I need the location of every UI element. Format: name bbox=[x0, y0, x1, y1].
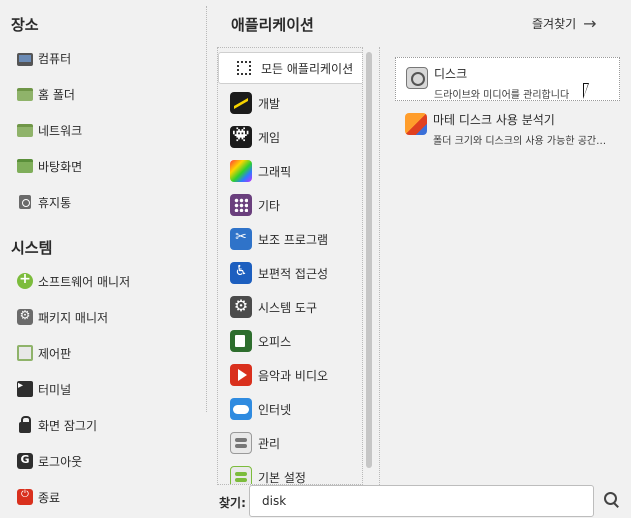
logout-icon bbox=[17, 453, 33, 469]
games-icon bbox=[230, 126, 252, 148]
lock-icon bbox=[19, 416, 31, 433]
home-folder-icon bbox=[17, 87, 33, 101]
search-label: 찾기: bbox=[219, 496, 246, 510]
system-item-logout[interactable]: 로그아웃 bbox=[17, 451, 82, 471]
favorites-button[interactable]: 즐겨찾기 → bbox=[532, 15, 597, 32]
development-icon bbox=[230, 92, 252, 114]
category-multimedia[interactable]: 음악과 비디오 bbox=[230, 362, 360, 388]
category-graphics[interactable]: 그래픽 bbox=[230, 158, 360, 184]
category-accessories[interactable]: 보조 프로그램 bbox=[230, 226, 360, 252]
computer-icon bbox=[17, 52, 33, 66]
category-administration[interactable]: 관리 bbox=[230, 430, 360, 456]
category-all-applications[interactable]: 모든 애플리케이션 bbox=[218, 52, 362, 84]
system-label: 소프트웨어 매니저 bbox=[38, 274, 131, 289]
category-accessibility[interactable]: 보편적 접근성 bbox=[230, 260, 360, 286]
disks-icon bbox=[406, 67, 428, 89]
place-item-network[interactable]: 네트워크 bbox=[17, 120, 82, 140]
category-scrollbar[interactable] bbox=[366, 52, 372, 468]
network-icon bbox=[17, 123, 33, 137]
category-preferences[interactable]: 기본 설정 bbox=[230, 464, 360, 485]
accessibility-icon bbox=[230, 262, 252, 284]
category-other[interactable]: 기타 bbox=[230, 192, 360, 218]
category-office[interactable]: 오피스 bbox=[230, 328, 360, 354]
multimedia-icon bbox=[230, 364, 252, 386]
disk-usage-analyzer-icon bbox=[405, 113, 427, 135]
system-label: 로그아웃 bbox=[38, 454, 83, 469]
category-label: 보편적 접근성 bbox=[258, 266, 329, 281]
category-label: 음악과 비디오 bbox=[258, 368, 329, 383]
system-heading: 시스템 bbox=[11, 239, 53, 257]
all-apps-icon bbox=[237, 61, 251, 75]
app-name: 마테 디스크 사용 분석기 bbox=[433, 113, 555, 127]
power-icon bbox=[17, 489, 33, 505]
category-system-tools[interactable]: 시스템 도구 bbox=[230, 294, 360, 320]
places-heading: 장소 bbox=[11, 16, 39, 34]
other-icon bbox=[230, 194, 252, 216]
internet-icon bbox=[230, 398, 252, 420]
system-item-terminal[interactable]: 터미널 bbox=[17, 379, 71, 399]
system-item-software-manager[interactable]: 소프트웨어 매니저 bbox=[17, 271, 130, 291]
system-item-shutdown[interactable]: 종료 bbox=[17, 487, 60, 507]
applications-heading: 애플리케이션 bbox=[231, 16, 314, 34]
place-label: 네트워크 bbox=[38, 123, 83, 138]
place-label: 홈 폴더 bbox=[38, 87, 75, 102]
results-divider bbox=[379, 47, 380, 485]
app-result-text: 마테 디스크 사용 분석기 폴더 크기와 디스크의 사용 가능한 공간을... bbox=[433, 104, 613, 147]
places-system-column: 장소 컴퓨터 홈 폴더 네트워크 바탕화면 휴지통 시스템 소프트웨어 매니저 bbox=[0, 0, 207, 518]
system-label: 화면 잠그기 bbox=[38, 418, 98, 433]
place-label: 휴지통 bbox=[38, 195, 72, 210]
trash-icon bbox=[19, 195, 31, 209]
category-label: 개발 bbox=[258, 96, 281, 111]
app-description: 폴더 크기와 디스크의 사용 가능한 공간을... bbox=[433, 136, 613, 147]
place-item-computer[interactable]: 컴퓨터 bbox=[17, 48, 71, 68]
application-menu: 장소 컴퓨터 홈 폴더 네트워크 바탕화면 휴지통 시스템 소프트웨어 매니저 bbox=[0, 0, 631, 518]
category-label: 게임 bbox=[258, 130, 281, 145]
system-item-control-panel[interactable]: 제어판 bbox=[17, 343, 71, 363]
system-label: 종료 bbox=[38, 490, 61, 505]
system-label: 터미널 bbox=[38, 382, 72, 397]
system-item-lock-screen[interactable]: 화면 잠그기 bbox=[17, 415, 97, 435]
place-item-desktop[interactable]: 바탕화면 bbox=[17, 156, 82, 176]
place-label: 컴퓨터 bbox=[38, 51, 72, 66]
category-games[interactable]: 게임 bbox=[230, 124, 360, 150]
place-label: 바탕화면 bbox=[38, 159, 83, 174]
preferences-icon bbox=[230, 466, 252, 484]
category-label: 그래픽 bbox=[258, 164, 292, 179]
category-label: 관리 bbox=[258, 436, 281, 451]
app-result-disk-usage-analyzer[interactable]: 마테 디스크 사용 분석기 폴더 크기와 디스크의 사용 가능한 공간을... bbox=[395, 104, 620, 148]
control-panel-icon bbox=[17, 345, 33, 361]
category-development[interactable]: 개발 bbox=[230, 90, 360, 116]
mouse-pointer-icon bbox=[583, 83, 595, 99]
search-bar: 찾기: bbox=[217, 484, 631, 518]
category-internet[interactable]: 인터넷 bbox=[230, 396, 360, 422]
desktop-icon bbox=[17, 159, 33, 173]
category-label: 인터넷 bbox=[258, 402, 292, 417]
place-item-home[interactable]: 홈 폴더 bbox=[17, 84, 75, 104]
search-icon[interactable] bbox=[604, 492, 620, 508]
category-label: 시스템 도구 bbox=[258, 300, 318, 315]
app-name: 디스크 bbox=[434, 67, 468, 81]
graphics-icon bbox=[230, 160, 252, 182]
category-label: 모든 애플리케이션 bbox=[261, 61, 354, 76]
category-label: 기본 설정 bbox=[258, 470, 306, 485]
system-label: 패키지 매니저 bbox=[38, 310, 109, 325]
system-label: 제어판 bbox=[38, 346, 72, 361]
administration-icon bbox=[230, 432, 252, 454]
search-input[interactable] bbox=[249, 485, 594, 517]
category-label: 오피스 bbox=[258, 334, 292, 349]
system-item-package-manager[interactable]: 패키지 매니저 bbox=[17, 307, 108, 327]
category-label: 기타 bbox=[258, 198, 281, 213]
package-manager-icon bbox=[17, 308, 33, 325]
category-label: 보조 프로그램 bbox=[258, 232, 329, 247]
system-tools-icon bbox=[230, 296, 252, 318]
software-manager-icon bbox=[17, 271, 33, 289]
office-icon bbox=[230, 330, 252, 352]
favorites-label: 즐겨찾기 bbox=[532, 17, 577, 31]
arrow-right-icon: → bbox=[583, 13, 597, 33]
category-list: 모든 애플리케이션 개발 게임 그래픽 기타 보조 프로그램 보편적 접근성 bbox=[217, 47, 363, 485]
terminal-icon bbox=[17, 380, 33, 397]
accessories-icon bbox=[230, 228, 252, 250]
place-item-trash[interactable]: 휴지통 bbox=[17, 192, 71, 212]
column-divider bbox=[206, 6, 207, 412]
